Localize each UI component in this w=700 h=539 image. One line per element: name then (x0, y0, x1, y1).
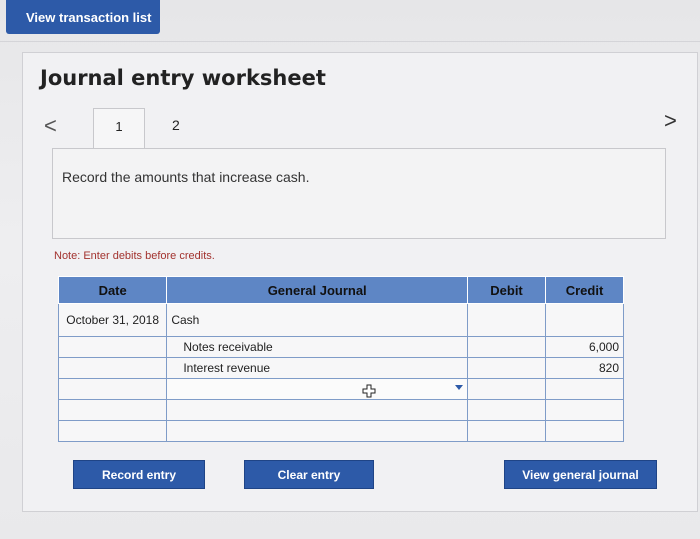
credit-cell[interactable]: 820 (545, 357, 624, 379)
debit-cell[interactable] (467, 357, 546, 379)
date-cell[interactable] (57, 336, 168, 358)
account-name: Interest revenue (183, 361, 271, 375)
table-row: Interest revenue 820 (57, 357, 624, 379)
view-transaction-list-button[interactable]: View transaction list (6, 0, 160, 34)
move-cursor-icon (362, 384, 376, 398)
account-cell[interactable] (166, 399, 469, 421)
tab-2[interactable]: 2 (172, 117, 180, 133)
date-cell[interactable] (57, 378, 168, 400)
account-cell[interactable] (166, 420, 469, 442)
credit-cell[interactable] (545, 303, 624, 337)
header-debit: Debit (467, 276, 546, 304)
debit-cell[interactable] (467, 399, 546, 421)
account-cell[interactable]: Interest revenue (166, 357, 469, 379)
account-name: Notes receivable (183, 340, 273, 354)
note-text: Note: Enter debits before credits. (54, 250, 215, 262)
record-entry-button[interactable]: Record entry (73, 460, 205, 489)
table-row (57, 378, 624, 400)
debit-cell[interactable] (467, 303, 546, 337)
date-cell[interactable] (57, 399, 168, 421)
clear-entry-button[interactable]: Clear entry (244, 460, 374, 489)
credit-cell[interactable]: 6,000 (545, 336, 624, 358)
table-row: Notes receivable 6,000 (57, 336, 624, 358)
table-row: October 31, 2018 Cash (57, 303, 624, 337)
debit-cell[interactable] (467, 336, 546, 358)
instruction-text: Record the amounts that increase cash. (62, 169, 310, 185)
header-credit: Credit (545, 276, 624, 304)
debit-cell[interactable] (467, 378, 546, 400)
account-name: Cash (171, 313, 200, 327)
table-row (57, 399, 624, 421)
header-divider (0, 41, 700, 42)
account-cell[interactable]: Cash (166, 303, 469, 337)
debit-cell[interactable] (467, 420, 546, 442)
date-cell[interactable]: October 31, 2018 (57, 303, 168, 337)
header-general-journal: General Journal (166, 276, 469, 304)
dropdown-arrow-icon[interactable] (455, 385, 464, 390)
account-cell[interactable]: Notes receivable (166, 336, 469, 358)
account-select[interactable] (166, 378, 469, 400)
chevron-left-icon[interactable]: < (44, 113, 57, 139)
view-general-journal-button[interactable]: View general journal (504, 460, 657, 489)
credit-cell[interactable] (545, 420, 624, 442)
journal-table: Date General Journal Debit Credit Octobe… (57, 276, 624, 442)
instruction-box (52, 148, 666, 239)
credit-cell[interactable] (545, 378, 624, 400)
page-title: Journal entry worksheet (40, 66, 326, 90)
credit-cell[interactable] (545, 399, 624, 421)
table-row (57, 420, 624, 442)
header-date: Date (57, 276, 168, 304)
tab-1[interactable]: 1 (93, 108, 145, 150)
date-cell[interactable] (57, 420, 168, 442)
date-cell[interactable] (57, 357, 168, 379)
chevron-right-icon[interactable]: > (664, 108, 677, 134)
